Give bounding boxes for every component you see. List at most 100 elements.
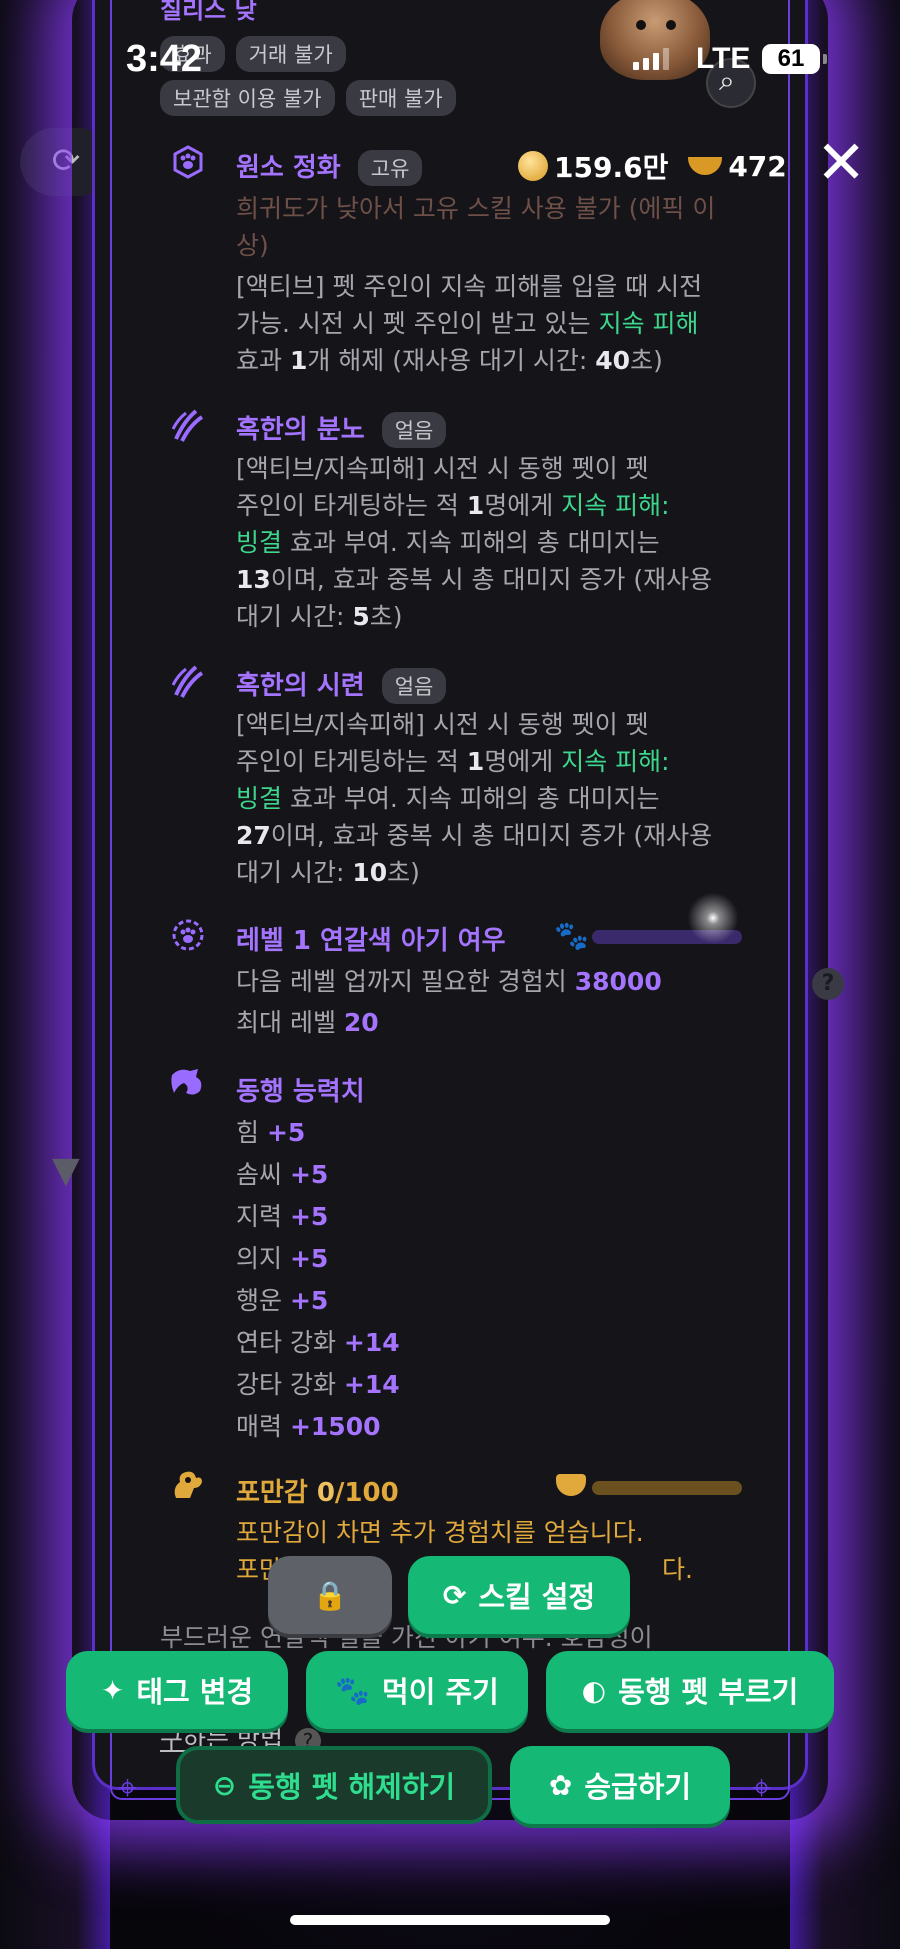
skill-title: 혹한의 분노 얼음: [236, 409, 452, 448]
top-partial-text: 칠리스 낮: [160, 0, 257, 24]
highlight-text: 지속 피해:: [561, 491, 670, 520]
stat-row: 힘 +5: [236, 1112, 736, 1154]
stat-name: 힘: [236, 1118, 260, 1147]
pet-head-icon: ◐: [581, 1673, 607, 1707]
text: 주인이 타게팅하는 적: [236, 747, 467, 776]
text: 개 해제 (재사용 대기 시간:: [307, 346, 596, 375]
button-label: 스킬 설정: [478, 1580, 596, 1614]
stat-value: +14: [343, 1328, 400, 1357]
desc-line: 주인이 타게팅하는 적 1명에게 지속 피해:: [236, 487, 736, 524]
text: 명에게: [484, 491, 562, 520]
desc-line: 빙결 효과 부여. 지속 피해의 총 대미지는: [236, 780, 736, 817]
skill-name: 원소 정화: [236, 153, 341, 183]
badge-icon: ✿: [548, 1768, 573, 1802]
skill-description: [액티브/지속피해] 시전 시 동행 펫이 펫 주인이 타게팅하는 적 1명에게…: [236, 706, 736, 891]
stat-value: +5: [289, 1244, 329, 1273]
exp-line: 다음 레벨 업까지 필요한 경험치 38000: [236, 963, 736, 1000]
pet-food-icon: [688, 157, 723, 175]
text: 대기 시간:: [236, 858, 353, 887]
currency-display: 159.6만 472: [518, 146, 787, 186]
promote-button[interactable]: ✿ 승급하기: [510, 1746, 730, 1824]
gold-amount: 159.6만: [554, 151, 669, 184]
skill-badge: 고유: [357, 150, 423, 186]
highlight-text: 빙결: [236, 784, 283, 813]
stat-row: 지력 +5: [236, 1196, 736, 1238]
text: 효과 부여. 지속 피해의 총 대미지는: [282, 784, 660, 813]
number: 1: [466, 747, 485, 776]
text: 가능. 시전 시 펫 주인이 받고 있는: [236, 309, 599, 338]
text: 최대 레벨: [236, 1008, 344, 1037]
stats-list: 힘 +5 솜씨 +5 지력 +5 의지 +5 행운 +5 연타 강화 +14 강…: [236, 1112, 736, 1448]
level-title: 레벨 1 연갈색 아기 여우: [236, 926, 506, 956]
stat-value: +5: [289, 1202, 329, 1231]
desc-line: 포만감이 차면 추가 경험치를 얻습니다.: [236, 1518, 644, 1547]
text: 대기 시간:: [236, 602, 353, 631]
text: 다음 레벨 업까지 필요한 경험치: [236, 967, 575, 996]
number: 1: [289, 346, 308, 375]
status-time: 3:42: [126, 38, 203, 80]
skill-name: 혹한의 시련: [236, 671, 365, 701]
lock-button[interactable]: 🔒: [268, 1556, 392, 1634]
exp-value: 38000: [574, 967, 662, 996]
paw-gear-icon: [168, 918, 208, 958]
claw-icon: [168, 663, 208, 703]
number: 27: [236, 821, 271, 850]
stat-value: +5: [266, 1118, 306, 1147]
paw-icon: 🐾: [554, 919, 589, 952]
tag-change-button[interactable]: ✦ 태그 변경: [66, 1651, 288, 1729]
stat-value: +1500: [289, 1412, 381, 1441]
refresh-icon: ⟳: [442, 1578, 467, 1612]
satiety-label: 포만감: [236, 1478, 317, 1508]
stats-title: 동행 능력치: [236, 1077, 365, 1107]
skill-title: 원소 정화 고유: [236, 147, 428, 186]
sparkle: [683, 888, 743, 948]
paw-badge-icon: [168, 145, 208, 185]
number: 5: [352, 602, 370, 631]
desc-line: 효과 1개 해제 (재사용 대기 시간: 40초): [236, 342, 736, 379]
satiety-title: 포만감 0/100: [236, 1472, 399, 1509]
signal-icon: [633, 48, 669, 70]
satiety-current: 0: [316, 1478, 335, 1508]
stat-name: 행운: [236, 1286, 283, 1315]
summon-pet-button[interactable]: ◐ 동행 펫 부르기: [546, 1651, 834, 1729]
gold-coin-icon: [518, 151, 548, 181]
text: 주인이 타게팅하는 적: [236, 491, 467, 520]
release-pet-button[interactable]: ⊖ 동행 펫 해제하기: [176, 1746, 492, 1824]
highlight-text: 지속 피해:: [561, 747, 670, 776]
feed-button[interactable]: 🐾 먹이 주기: [306, 1651, 528, 1729]
claw-icon: [168, 407, 208, 447]
number: 13: [236, 565, 271, 594]
stat-row: 연타 강화 +14: [236, 1322, 736, 1364]
satiety-icon: [168, 1468, 208, 1508]
stat-row: 의지 +5: [236, 1238, 736, 1280]
status-bar: 3:42 LTE 61: [0, 36, 900, 86]
home-indicator: [290, 1915, 610, 1925]
skill-settings-button[interactable]: ⟳ 스킬 설정: [408, 1556, 630, 1634]
button-label: 동행 펫 부르기: [618, 1675, 799, 1709]
stat-name: 강타 강화: [236, 1370, 336, 1399]
button-label: 동행 펫 해제하기: [248, 1770, 456, 1804]
skill-warning: 희귀도가 낮아서 고유 스킬 사용 불가 (에픽 이상): [236, 194, 716, 260]
stat-name: 의지: [236, 1244, 283, 1273]
stat-row: 행운 +5: [236, 1280, 736, 1322]
skill-badge: 얼음: [381, 412, 447, 448]
desc-line: 가능. 시전 시 펫 주인이 받고 있는 지속 피해: [236, 305, 736, 342]
highlight-text: 빙결: [236, 528, 283, 557]
help-icon[interactable]: ?: [812, 968, 844, 1000]
satiety-max: /100: [334, 1478, 399, 1508]
desc-line: 빙결 효과 부여. 지속 피해의 총 대미지는: [236, 524, 736, 561]
stat-name: 연타 강화: [236, 1328, 336, 1357]
stat-row: 강타 강화 +14: [236, 1364, 736, 1406]
desc-line: 27이며, 효과 중복 시 총 대미지 증가 (재사용: [236, 817, 736, 854]
number: 1: [466, 491, 485, 520]
text: 명에게: [484, 747, 562, 776]
desc-line: [액티브/지속피해] 시전 시 동행 펫이 펫: [236, 710, 649, 739]
lock-icon: 🔒: [312, 1578, 348, 1612]
button-label: 승급하기: [584, 1770, 692, 1804]
skill-title: 혹한의 시련 얼음: [236, 665, 452, 704]
close-button[interactable]: ✕: [816, 133, 866, 193]
text: 초): [369, 602, 403, 631]
max-level-value: 20: [343, 1008, 379, 1037]
text: 이며, 효과 중복 시 총 대미지 증가 (재사용: [270, 821, 713, 850]
number: 10: [352, 858, 388, 887]
